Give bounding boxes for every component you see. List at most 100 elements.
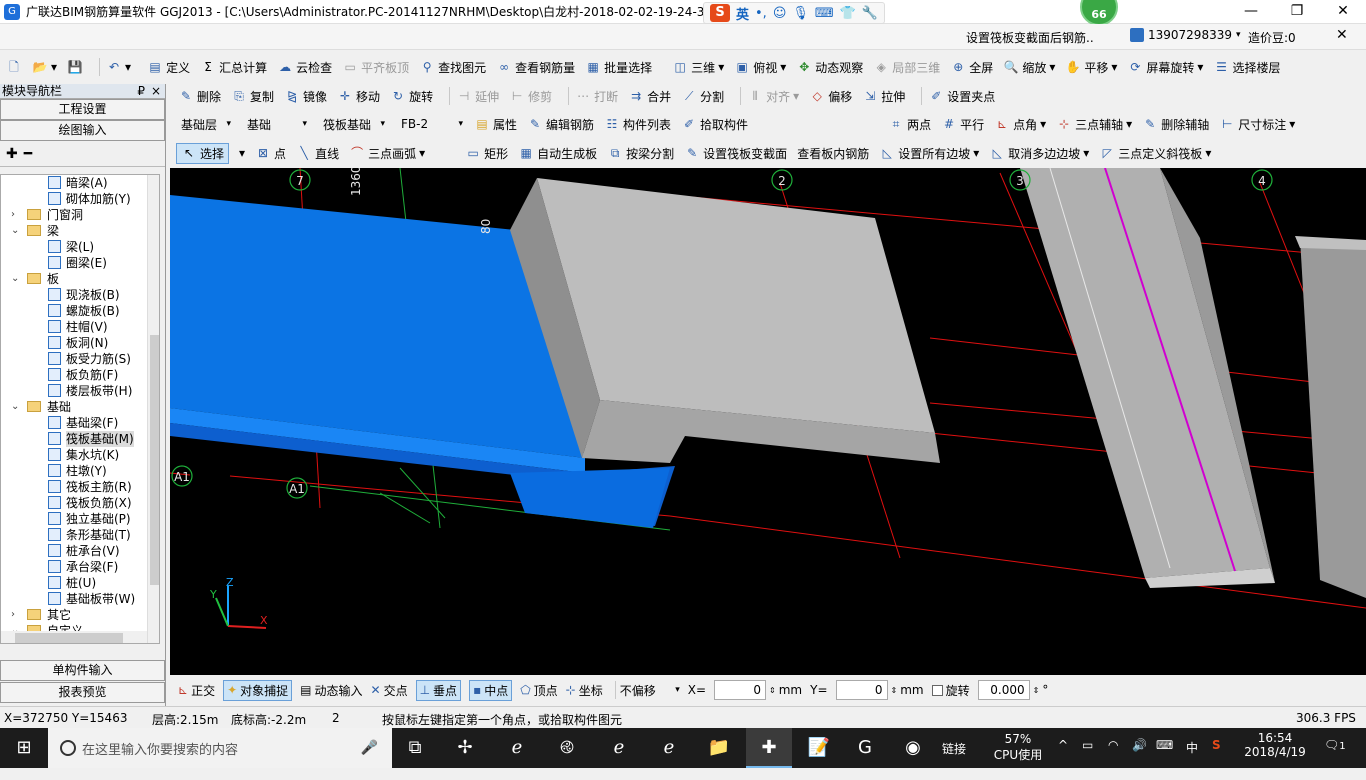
strip-foundation[interactable] bbox=[1020, 168, 1275, 588]
parallel-button[interactable]: # 平行 bbox=[941, 116, 984, 133]
wifi-icon[interactable]: ◠ bbox=[1108, 738, 1118, 778]
3d-scene[interactable]: 7 2 3 4 A1 A1 1360 80 Z X Y bbox=[170, 168, 1366, 675]
scroll-thumb[interactable] bbox=[15, 633, 123, 643]
single-element-input-button[interactable]: 单构件输入 bbox=[0, 660, 165, 681]
y-input[interactable] bbox=[835, 680, 888, 700]
rectangle-button[interactable]: ▭ 矩形 bbox=[465, 145, 508, 162]
checkbox-icon[interactable] bbox=[931, 684, 943, 696]
undo-button[interactable]: ↶ ▾ bbox=[106, 59, 131, 75]
offset-button[interactable]: ◇ 偏移 bbox=[809, 88, 853, 105]
tree-item[interactable]: 暗梁(A) bbox=[1, 175, 159, 191]
3d-viewport[interactable]: 7 2 3 4 A1 A1 1360 80 Z X Y bbox=[170, 168, 1366, 675]
select-dropdown[interactable]: ▾ bbox=[239, 146, 245, 160]
expand-arrow-icon[interactable]: › bbox=[11, 207, 15, 223]
tree-item[interactable]: 桩承台(V) bbox=[1, 543, 159, 559]
rotate-button[interactable]: ↻ 旋转 bbox=[390, 88, 433, 105]
two-point-button[interactable]: ⌗ 两点 bbox=[888, 116, 931, 133]
tree-vertical-scrollbar[interactable] bbox=[147, 175, 159, 643]
hint-text[interactable]: 设置筏板变截面后钢筋.. bbox=[966, 29, 1094, 46]
object-snap-button[interactable]: ✦ 对象捕捉 bbox=[223, 679, 293, 701]
ie-browser-icon[interactable]: ℯ bbox=[646, 728, 692, 768]
collapse-arrow-icon[interactable]: ⌄ bbox=[11, 271, 19, 287]
pick-element-button[interactable]: ✐ 拾取构件 bbox=[681, 116, 748, 133]
tree-item[interactable]: 螺旋板(B) bbox=[1, 303, 159, 319]
arc-button[interactable]: ⌒ 三点画弧 ▾ bbox=[349, 145, 425, 162]
scroll-thumb[interactable] bbox=[150, 335, 159, 585]
edit-rebar-button[interactable]: ✎ 编辑钢筋 bbox=[527, 116, 594, 133]
tree-item[interactable]: 梁(L) bbox=[1, 239, 159, 255]
tree-item[interactable]: 楼层板带(H) bbox=[1, 383, 159, 399]
tree-item[interactable]: 筏板负筋(X) bbox=[1, 495, 159, 511]
element-list-button[interactable]: ☷ 构件列表 bbox=[604, 116, 671, 133]
trim-button[interactable]: ⊢ 修剪 bbox=[509, 88, 552, 105]
intersection-snap-button[interactable]: ✕ 交点 bbox=[371, 682, 408, 699]
set-variable-section-button[interactable]: ✎ 设置筏板变截面 bbox=[684, 145, 787, 162]
ime-language[interactable]: 英 bbox=[736, 4, 749, 23]
break-button[interactable]: ⋯ 打断 bbox=[575, 88, 618, 105]
tree-item[interactable]: 现浇板(B) bbox=[1, 287, 159, 303]
tree-item[interactable]: 独立基础(P) bbox=[1, 511, 159, 527]
dimension-button[interactable]: ⊢ 尺寸标注 ▾ bbox=[1219, 116, 1295, 133]
emoji-icon[interactable]: ☺ bbox=[773, 6, 787, 21]
collapse-arrow-icon[interactable]: ⌄ bbox=[11, 223, 19, 239]
tree-item[interactable]: 圈梁(E) bbox=[1, 255, 159, 271]
spiral-app-icon[interactable]: ࿋ bbox=[544, 728, 590, 768]
select-floor-button[interactable]: ☰ 选择楼层 bbox=[1213, 59, 1280, 76]
windows-start-icon[interactable]: ⊞ bbox=[0, 728, 48, 768]
spinner-icon[interactable]: ⇕ bbox=[891, 686, 898, 695]
x-input[interactable] bbox=[714, 680, 767, 700]
volume-icon[interactable]: 🔊 bbox=[1132, 738, 1147, 778]
split-by-beam-button[interactable]: ⧉ 按梁分割 bbox=[607, 145, 674, 162]
nav-close-icon[interactable]: × bbox=[151, 84, 161, 98]
expand-arrow-icon[interactable]: › bbox=[11, 607, 15, 623]
cloud-check-button[interactable]: ☁ 云检查 bbox=[277, 59, 332, 76]
select-button[interactable]: ↖ 选择 bbox=[176, 142, 230, 164]
tools-icon[interactable]: 🔧 bbox=[862, 6, 878, 21]
mirror-button[interactable]: ⧎ 镜像 bbox=[284, 88, 327, 105]
network-pc-icon[interactable]: ▭ bbox=[1082, 738, 1093, 778]
pin-icon[interactable]: ₽ bbox=[137, 84, 145, 98]
engineering-settings-button[interactable]: 工程设置 bbox=[0, 99, 165, 120]
tray-link[interactable]: 链接 bbox=[942, 740, 966, 780]
point-button[interactable]: ⊠ 点 bbox=[255, 145, 286, 162]
tray-chevron-icon[interactable]: ^ bbox=[1058, 738, 1068, 778]
tree-folder[interactable]: ⌄ 板 bbox=[1, 271, 159, 287]
new-file-button[interactable]: 🗋 bbox=[6, 59, 22, 75]
tree-item[interactable]: 板洞(N) bbox=[1, 335, 159, 351]
vertex-snap-button[interactable]: ⬠ 顶点 bbox=[520, 682, 557, 699]
notification-icon[interactable]: 🗨1 bbox=[1324, 738, 1346, 778]
collapse-all-icon[interactable]: ━ bbox=[24, 146, 32, 162]
three-point-slope-button[interactable]: ◸ 三点定义斜筏板 ▾ bbox=[1099, 145, 1212, 162]
green-app-icon[interactable]: ◉ bbox=[890, 728, 936, 768]
view-rebar-qty-button[interactable]: ∞ 查看钢筋量 bbox=[496, 59, 575, 76]
minimize-button[interactable]: — bbox=[1228, 0, 1274, 24]
midpoint-snap-button[interactable]: ▪ 中点 bbox=[469, 679, 513, 701]
fullscreen-button[interactable]: ⊕ 全屏 bbox=[950, 59, 993, 76]
tree-item[interactable]: 基础板带(W) bbox=[1, 591, 159, 607]
copy-button[interactable]: ⎘ 复制 bbox=[231, 88, 274, 105]
extend-button[interactable]: ⊣ 延伸 bbox=[456, 88, 499, 105]
tree-item[interactable]: 筏板主筋(R) bbox=[1, 479, 159, 495]
align-button[interactable]: ⫴ 对齐 ▾ bbox=[747, 88, 800, 105]
summary-calc-button[interactable]: Σ 汇总计算 bbox=[200, 59, 267, 76]
rotate-input[interactable] bbox=[977, 680, 1030, 700]
edge-icon[interactable]: ℯ bbox=[596, 728, 642, 768]
set-grip-button[interactable]: ✐ 设置夹点 bbox=[928, 88, 995, 105]
stretch-button[interactable]: ⇲ 拉伸 bbox=[862, 88, 905, 105]
cpu-monitor[interactable]: 57% CPU使用 bbox=[990, 732, 1046, 772]
tree-item[interactable]: 砌体加筋(Y) bbox=[1, 191, 159, 207]
tree-item[interactable]: 板负筋(F) bbox=[1, 367, 159, 383]
tree-item[interactable]: 板受力筋(S) bbox=[1, 351, 159, 367]
local-3d-button[interactable]: ◈ 局部三维 bbox=[873, 59, 941, 76]
floor-select[interactable]: 基础层 ▾ bbox=[176, 114, 236, 134]
offset-select[interactable]: 不偏移 ▾ bbox=[620, 682, 680, 699]
auto-generate-slab-button[interactable]: ▦ 自动生成板 bbox=[518, 145, 597, 162]
grey-raft-slab-right[interactable] bbox=[1295, 236, 1366, 598]
view-slab-rebar-button[interactable]: 查看板内钢筋 bbox=[797, 145, 869, 162]
tree-item[interactable]: 基础梁(F) bbox=[1, 415, 159, 431]
component-tree[interactable]: 暗梁(A) 砌体加筋(Y) › 门窗洞 ⌄ 梁梁(L) 圈梁(E) ⌄ 板现浇板(B) 螺旋板(B… bbox=[0, 174, 160, 644]
shirt-icon[interactable]: 👕 bbox=[840, 6, 856, 21]
delete-axis-button[interactable]: ✎ 删除辅轴 bbox=[1142, 116, 1209, 133]
point-angle-button[interactable]: ⊾ 点角 ▾ bbox=[994, 116, 1046, 133]
open-file-button[interactable]: 📂 ▾ bbox=[32, 59, 58, 75]
